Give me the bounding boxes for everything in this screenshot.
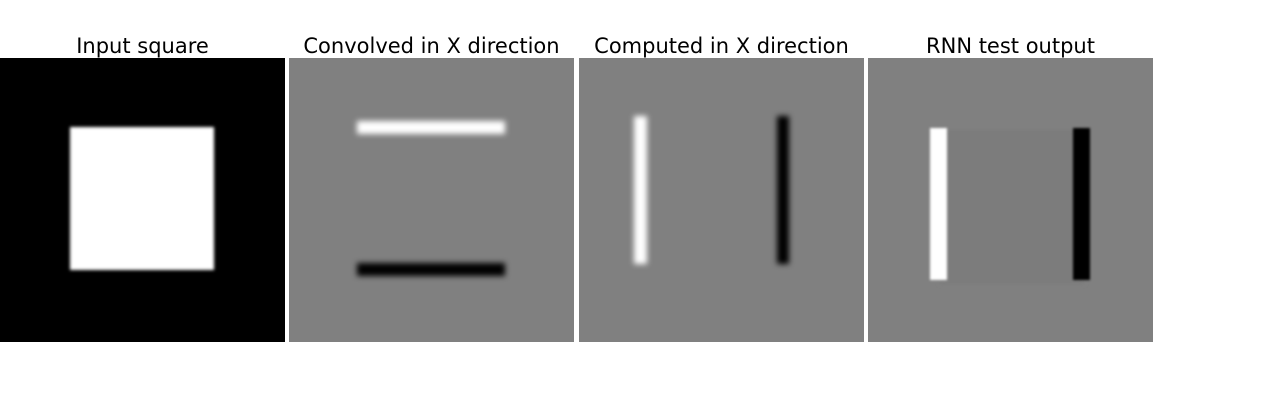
panel-title: RNN test output (926, 34, 1095, 58)
panel-input-square: Input square (0, 0, 285, 342)
image-background (289, 58, 574, 342)
left-edge-bright-bar (930, 128, 947, 280)
image-background (579, 58, 864, 342)
rnn-output-image (868, 58, 1153, 342)
convolved-x-svg (289, 58, 574, 342)
right-edge-dark-bar (777, 116, 789, 264)
bottom-edge-dark-bar (357, 263, 505, 276)
computed-x-image (579, 58, 864, 342)
left-edge-bright-bar (634, 116, 647, 264)
panel-convolved-x: Convolved in X direction (289, 0, 574, 342)
panel-title: Convolved in X direction (303, 34, 560, 58)
input-square-image (0, 58, 285, 342)
white-square (70, 127, 214, 270)
panel-title: Input square (76, 34, 209, 58)
interior-region (940, 130, 1084, 284)
panel-rnn-output: RNN test output (868, 0, 1153, 342)
input-square-svg (0, 58, 285, 342)
top-edge-bright-bar (357, 121, 505, 134)
right-edge-dark-bar (1073, 128, 1090, 280)
panel-computed-x: Computed in X direction (579, 0, 864, 342)
panel-title: Computed in X direction (594, 34, 849, 58)
convolved-x-image (289, 58, 574, 342)
computed-x-svg (579, 58, 864, 342)
rnn-output-svg (868, 58, 1153, 342)
